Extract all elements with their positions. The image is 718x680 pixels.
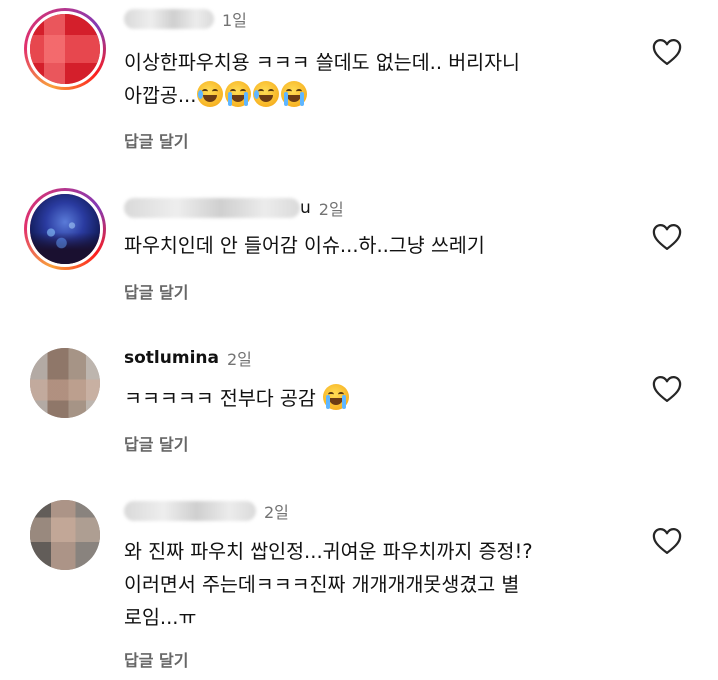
comment-time: 1일: [222, 11, 247, 30]
grinning-face-with-sweat-emoji: [253, 81, 280, 107]
comment-text: 이상한파우치용 ㅋㅋㅋ 쓸데도 없는데.. 버리자니 아깝공...: [124, 46, 624, 112]
username-redacted[interactable]: [124, 501, 256, 521]
reply-button[interactable]: 답글 달기: [124, 431, 188, 455]
grinning-face-with-sweat-emoji: [197, 81, 224, 107]
heart-outline-icon[interactable]: [652, 223, 682, 251]
comment-header: 2일: [124, 498, 289, 524]
comment-text: ㅋㅋㅋㅋㅋ 전부다 공감: [124, 382, 624, 415]
heart-outline-icon[interactable]: [652, 38, 682, 66]
loudly-crying-face-emoji: [281, 81, 308, 107]
avatar[interactable]: [30, 348, 100, 418]
comment-text-body: 이상한파우치용 ㅋㅋㅋ 쓸데도 없는데.. 버리자니 아깝공...: [124, 51, 520, 107]
comment-header: u 2일: [124, 195, 344, 221]
reply-button[interactable]: 답글 달기: [124, 647, 188, 671]
reply-button[interactable]: 답글 달기: [124, 279, 188, 303]
comment-time: 2일: [226, 350, 252, 369]
username-tail[interactable]: u: [300, 198, 311, 218]
comment-text-body: ㅋㅋㅋㅋㅋ 전부다 공감: [124, 387, 316, 410]
heart-outline-icon[interactable]: [652, 375, 682, 403]
avatar[interactable]: [30, 500, 100, 570]
avatar[interactable]: [24, 8, 106, 90]
comment-text: 파우치인데 안 들어감 이슈...하..그냥 쓰레기: [124, 234, 485, 257]
username-redacted[interactable]: [124, 9, 214, 29]
comment-text: 와 진짜 파우치 쌉인정...귀여운 파우치까지 증정!? 이러면서 주는데ㅋㅋ…: [124, 540, 533, 629]
loudly-crying-face-emoji: [225, 81, 252, 107]
username-redacted[interactable]: [124, 198, 300, 218]
username[interactable]: sotlumina: [124, 348, 219, 368]
reply-button[interactable]: 답글 달기: [124, 128, 188, 152]
comment-time: 2일: [264, 503, 289, 522]
avatar[interactable]: [24, 188, 106, 270]
heart-outline-icon[interactable]: [652, 527, 682, 555]
comment-time: 2일: [318, 200, 344, 219]
face-with-tears-of-joy-emoji: [323, 384, 350, 410]
comment-header: sotlumina 2일: [124, 345, 252, 371]
comment-header: 1일: [124, 6, 247, 32]
